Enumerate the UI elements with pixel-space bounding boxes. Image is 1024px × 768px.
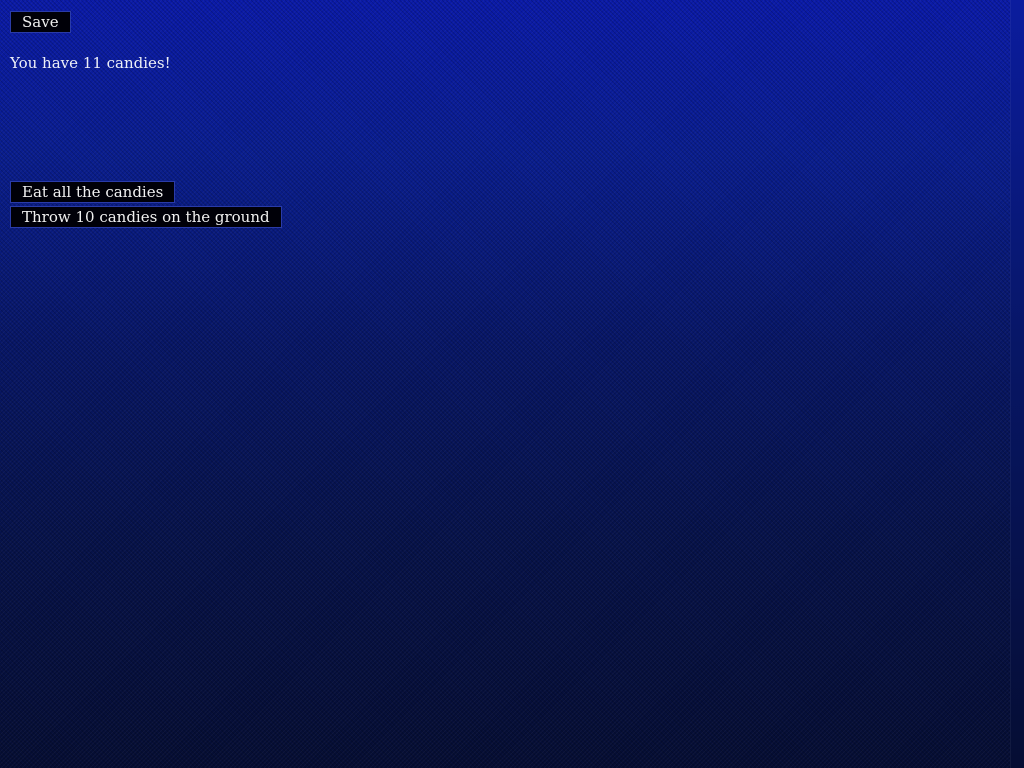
vertical-scrollbar[interactable] bbox=[1010, 0, 1024, 768]
throw-candies-button[interactable]: Throw 10 candies on the ground bbox=[10, 206, 282, 228]
candies-count-text: You have 11 candies! bbox=[10, 54, 171, 72]
save-button[interactable]: Save bbox=[10, 11, 71, 33]
eat-all-candies-button[interactable]: Eat all the candies bbox=[10, 181, 176, 203]
